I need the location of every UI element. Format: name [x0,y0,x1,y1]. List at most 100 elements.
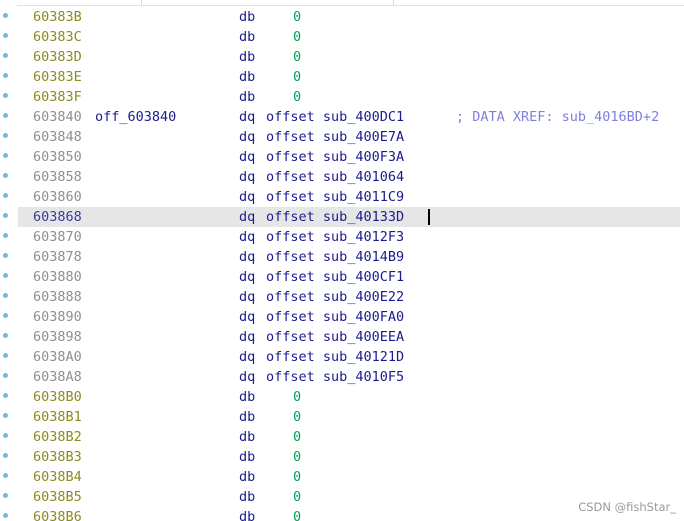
address[interactable]: 603848 [33,127,82,147]
breakpoint-dot-icon[interactable] [3,93,8,98]
operand-value[interactable]: 0 [293,427,301,447]
address[interactable]: 6038A8 [33,367,82,387]
address[interactable]: 60383E [33,67,82,87]
address[interactable]: 603870 [33,227,82,247]
operand-offset[interactable]: offset sub_4014B9 [266,247,404,267]
address[interactable]: 60383F [33,87,82,107]
data-label[interactable]: off_603840 [95,107,176,127]
listing-row[interactable]: 603898 dq offset sub_400EEA [0,327,684,347]
directive[interactable]: db [239,387,255,407]
address[interactable]: 6038B5 [33,487,82,507]
directive[interactable]: db [239,67,255,87]
breakpoint-dot-icon[interactable] [3,233,8,238]
directive[interactable]: dq [239,147,255,167]
operand-value[interactable]: 0 [293,507,301,521]
operand-offset[interactable]: offset sub_4010F5 [266,367,404,387]
operand-value[interactable]: 0 [293,7,301,27]
listing-row[interactable]: 603850 dq offset sub_400F3A [0,147,684,167]
listing-row[interactable]: 6038B0 db 0 [0,387,684,407]
listing-row[interactable]: 603878 dq offset sub_4014B9 [0,247,684,267]
operand-value[interactable]: 0 [293,87,301,107]
address[interactable]: 6038B2 [33,427,82,447]
address[interactable]: 60383B [33,7,82,27]
listing-row[interactable]: 603888 dq offset sub_400E22 [0,287,684,307]
listing-row[interactable]: 603870 dq offset sub_4012F3 [0,227,684,247]
address[interactable]: 6038B0 [33,387,82,407]
listing-row[interactable]: 6038A8 dq offset sub_4010F5 [0,367,684,387]
breakpoint-dot-icon[interactable] [3,193,8,198]
breakpoint-dot-icon[interactable] [3,13,8,18]
directive[interactable]: dq [239,287,255,307]
address[interactable]: 603858 [33,167,82,187]
operand-offset[interactable]: offset sub_4011C9 [266,187,404,207]
listing-row[interactable]: 6038A0 dq offset sub_40121D [0,347,684,367]
directive[interactable]: db [239,427,255,447]
directive[interactable]: db [239,47,255,67]
listing-row[interactable]: 60383B db 0 [0,7,684,27]
breakpoint-dot-icon[interactable] [3,293,8,298]
breakpoint-dot-icon[interactable] [3,53,8,58]
address[interactable]: 6038B6 [33,507,82,521]
listing-row[interactable]: 6038B2 db 0 [0,427,684,447]
listing-row[interactable]: 603848 dq offset sub_400E7A [0,127,684,147]
address[interactable]: 6038B4 [33,467,82,487]
breakpoint-dot-icon[interactable] [3,433,8,438]
directive[interactable]: dq [239,367,255,387]
breakpoint-dot-icon[interactable] [3,213,8,218]
operand-value[interactable]: 0 [293,407,301,427]
directive[interactable]: db [239,7,255,27]
directive[interactable]: db [239,507,255,521]
operand-offset[interactable]: offset sub_4012F3 [266,227,404,247]
listing-row[interactable]: 603858 dq offset sub_401064 [0,167,684,187]
operand-offset[interactable]: offset sub_400CF1 [266,267,404,287]
address[interactable]: 603890 [33,307,82,327]
directive[interactable]: dq [239,107,255,127]
breakpoint-dot-icon[interactable] [3,133,8,138]
breakpoint-dot-icon[interactable] [3,273,8,278]
breakpoint-dot-icon[interactable] [3,153,8,158]
directive[interactable]: dq [239,227,255,247]
listing-row[interactable]: 6038B3 db 0 [0,447,684,467]
breakpoint-dot-icon[interactable] [3,453,8,458]
address[interactable]: 60383D [33,47,82,67]
directive[interactable]: db [239,27,255,47]
address[interactable]: 6038B3 [33,447,82,467]
listing-row[interactable]: 60383C db 0 [0,27,684,47]
directive[interactable]: dq [239,187,255,207]
operand-offset[interactable]: offset sub_400EEA [266,327,404,347]
address[interactable]: 603840 [33,107,82,127]
directive[interactable]: db [239,487,255,507]
breakpoint-dot-icon[interactable] [3,253,8,258]
disassembly-listing[interactable]: 60383B db 0 60383C db 0 60383D db 0 60383E db 0 6038… [0,7,684,521]
directive[interactable]: dq [239,207,255,227]
address[interactable]: 603878 [33,247,82,267]
breakpoint-dot-icon[interactable] [3,373,8,378]
directive[interactable]: dq [239,347,255,367]
operand-value[interactable]: 0 [293,467,301,487]
operand-offset[interactable]: offset sub_400FA0 [266,307,404,327]
operand-value[interactable]: 0 [293,27,301,47]
directive[interactable]: db [239,467,255,487]
listing-row[interactable]: 6038B1 db 0 [0,407,684,427]
directive[interactable]: dq [239,267,255,287]
directive[interactable]: db [239,447,255,467]
directive[interactable]: dq [239,307,255,327]
address[interactable]: 603888 [33,287,82,307]
listing-row[interactable]: 60383E db 0 [0,67,684,87]
operand-offset[interactable]: offset sub_401064 [266,167,404,187]
operand-value[interactable]: 0 [293,67,301,87]
directive[interactable]: dq [239,127,255,147]
operand-offset[interactable]: offset sub_40133D [266,207,404,227]
address[interactable]: 603898 [33,327,82,347]
address[interactable]: 603880 [33,267,82,287]
breakpoint-dot-icon[interactable] [3,473,8,478]
address[interactable]: 603860 [33,187,82,207]
breakpoint-dot-icon[interactable] [3,393,8,398]
listing-row[interactable]: 603860 dq offset sub_4011C9 [0,187,684,207]
address[interactable]: 6038A0 [33,347,82,367]
address[interactable]: 603850 [33,147,82,167]
listing-row[interactable]: 60383D db 0 [0,47,684,67]
breakpoint-dot-icon[interactable] [3,33,8,38]
breakpoint-dot-icon[interactable] [3,313,8,318]
breakpoint-dot-icon[interactable] [3,353,8,358]
